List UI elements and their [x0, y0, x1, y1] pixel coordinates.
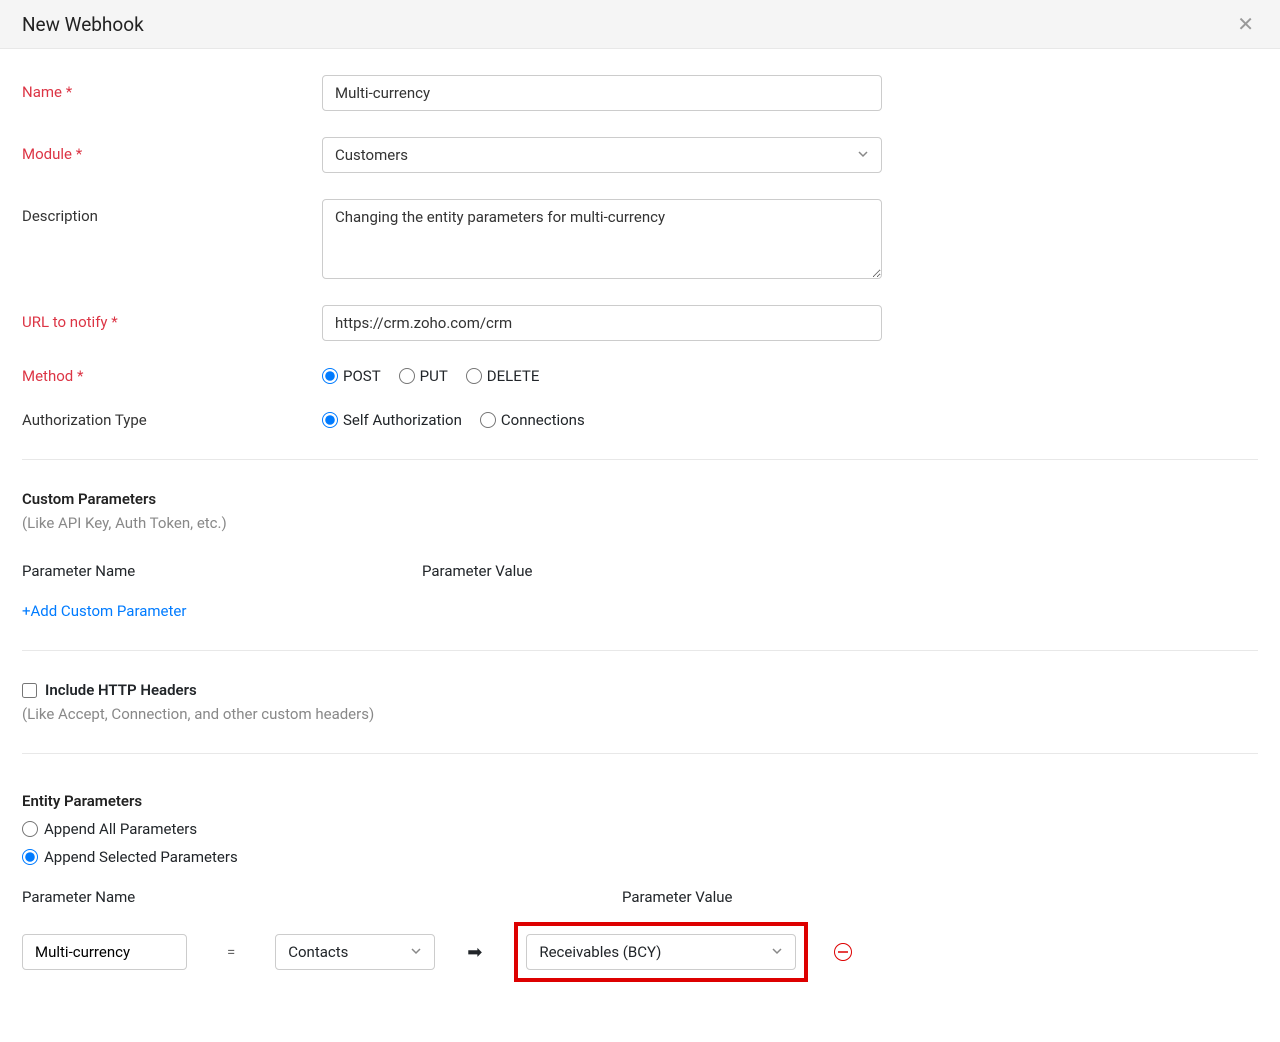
dialog-header: New Webhook ✕ — [0, 0, 1280, 49]
method-put-radio[interactable] — [399, 368, 415, 384]
equals-sign: = — [187, 943, 275, 961]
append-selected-label: Append Selected Parameters — [44, 848, 238, 866]
close-icon[interactable]: ✕ — [1233, 12, 1258, 36]
auth-connections-radio[interactable] — [480, 412, 496, 428]
divider — [22, 753, 1258, 754]
chevron-down-icon — [410, 945, 422, 960]
highlight-box: Receivables (BCY) — [514, 922, 808, 982]
include-http-headers-label: Include HTTP Headers — [45, 681, 197, 699]
arrow-right-icon: ➡ — [435, 942, 514, 963]
auth-self-radio[interactable] — [322, 412, 338, 428]
method-label: Method * — [22, 367, 322, 385]
entity-params-title: Entity Parameters — [22, 792, 1258, 810]
divider — [22, 650, 1258, 651]
module-label: Module * — [22, 137, 322, 163]
description-textarea[interactable] — [322, 199, 882, 279]
dialog-title: New Webhook — [22, 13, 144, 36]
divider — [22, 459, 1258, 460]
method-delete-radio[interactable] — [466, 368, 482, 384]
custom-param-name-header: Parameter Name — [22, 562, 422, 580]
auth-connections[interactable]: Connections — [480, 411, 585, 429]
name-label: Name * — [22, 75, 322, 101]
entity-param-name-header: Parameter Name — [22, 888, 622, 906]
entity-value-select[interactable]: Receivables (BCY) — [526, 934, 796, 970]
add-custom-parameter-link[interactable]: +Add Custom Parameter — [22, 602, 186, 620]
description-label: Description — [22, 199, 322, 225]
entity-module-select[interactable]: Contacts — [275, 934, 435, 970]
auth-self[interactable]: Self Authorization — [322, 411, 462, 429]
chevron-down-icon — [771, 945, 783, 960]
url-label: URL to notify * — [22, 305, 322, 331]
name-input[interactable] — [322, 75, 882, 111]
chevron-down-icon — [857, 148, 869, 163]
method-post[interactable]: POST — [322, 367, 381, 385]
include-http-headers-checkbox[interactable] — [22, 683, 37, 698]
method-radio-group: POST PUT DELETE — [322, 367, 539, 385]
url-input[interactable] — [322, 305, 882, 341]
module-value: Customers — [335, 146, 408, 164]
method-post-radio[interactable] — [322, 368, 338, 384]
auth-radio-group: Self Authorization Connections — [322, 411, 585, 429]
append-all-radio[interactable] — [22, 821, 38, 837]
auth-label: Authorization Type — [22, 411, 322, 429]
entity-param-row: = Contacts ➡ Receivables (BCY) — [22, 922, 1258, 982]
entity-param-name-input[interactable] — [22, 934, 187, 970]
method-put[interactable]: PUT — [399, 367, 448, 385]
method-delete[interactable]: DELETE — [466, 367, 540, 385]
custom-params-title: Custom Parameters — [22, 490, 1258, 508]
custom-param-value-header: Parameter Value — [422, 562, 1258, 580]
remove-row-icon[interactable] — [834, 943, 852, 961]
entity-param-value-header: Parameter Value — [622, 888, 1258, 906]
append-selected-radio[interactable] — [22, 849, 38, 865]
http-headers-subtitle: (Like Accept, Connection, and other cust… — [22, 705, 1258, 723]
append-all-label: Append All Parameters — [44, 820, 197, 838]
module-select[interactable]: Customers — [322, 137, 882, 173]
custom-params-subtitle: (Like API Key, Auth Token, etc.) — [22, 514, 1258, 532]
